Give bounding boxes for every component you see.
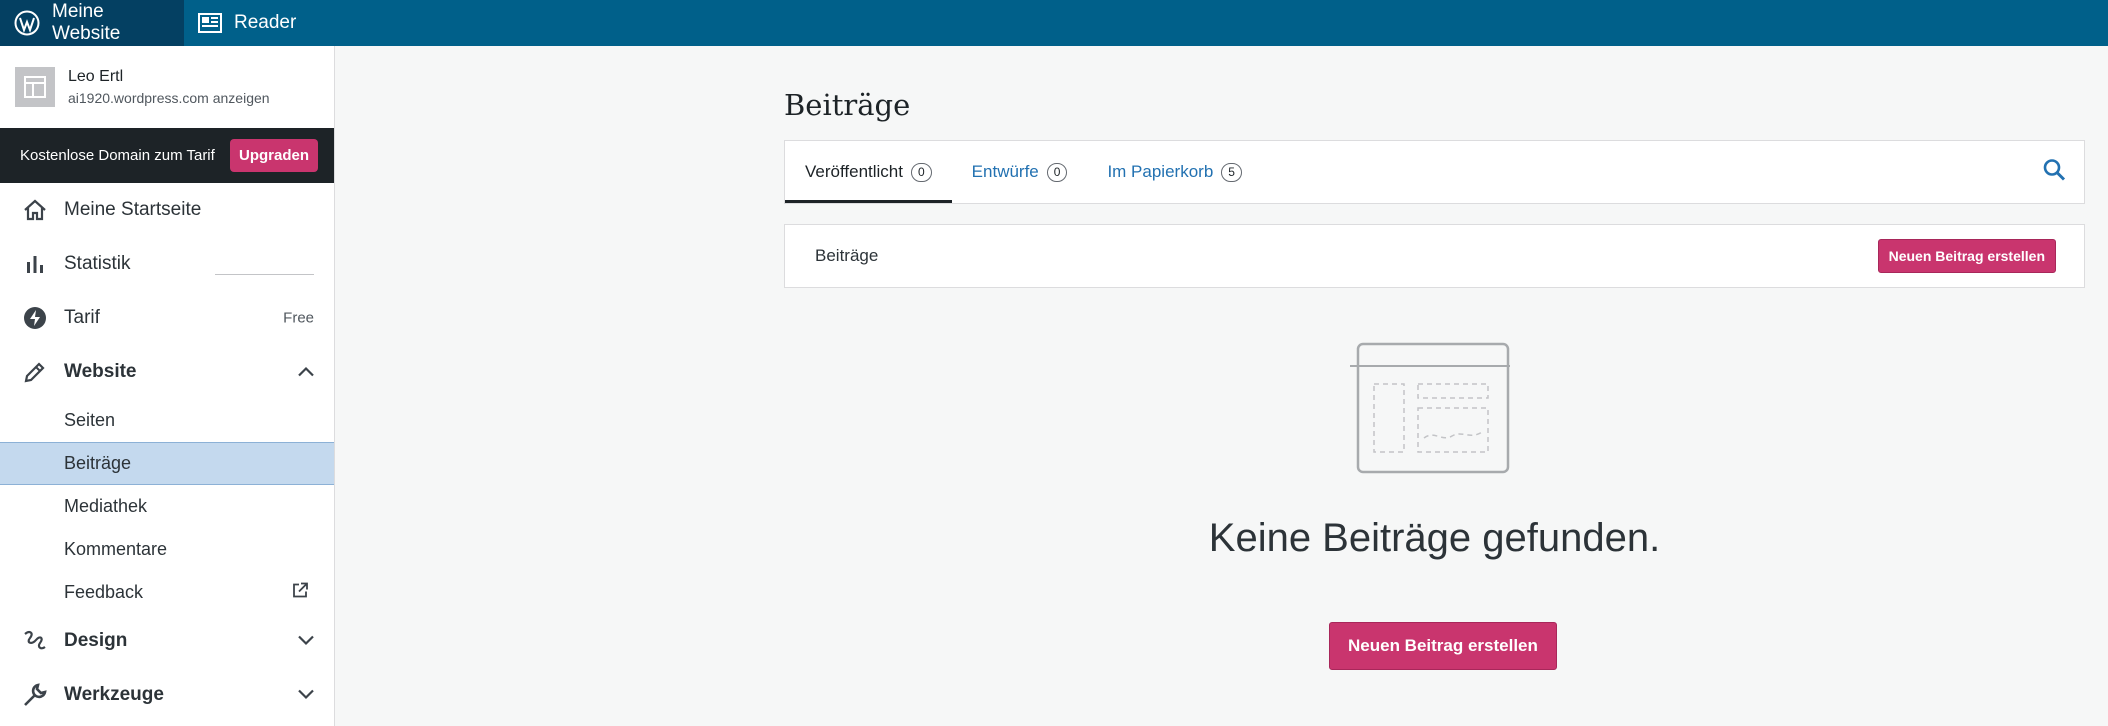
my-site-label: Meine Website bbox=[52, 1, 121, 44]
chevron-down-icon[interactable] bbox=[298, 633, 314, 650]
sidebar-item-label: Design bbox=[64, 630, 128, 651]
sidebar-item-label: Meine Startseite bbox=[64, 199, 202, 220]
tab-count: 0 bbox=[1046, 162, 1068, 182]
bar-chart-icon bbox=[22, 251, 48, 277]
sidebar-item-tools[interactable]: Werkzeuge bbox=[0, 668, 334, 722]
site-name: Leo Ertl bbox=[68, 68, 124, 85]
chevron-down-icon[interactable] bbox=[298, 687, 314, 704]
sidebar-item-label: Statistik bbox=[64, 253, 131, 274]
sidebar-item-stats[interactable]: Statistik bbox=[0, 237, 334, 291]
tab-label: Veröffentlicht bbox=[805, 162, 903, 181]
domain-promo: Kostenlose Domain zum Tarif Upgraden bbox=[0, 128, 334, 183]
home-icon bbox=[22, 197, 48, 223]
sidebar-subitem-feedback[interactable]: Feedback bbox=[0, 571, 334, 614]
sidebar-item-label: Website bbox=[64, 361, 137, 382]
sidebar-item-website[interactable]: Website bbox=[0, 345, 334, 399]
sidebar-subitem-posts[interactable]: Beiträge bbox=[0, 442, 334, 485]
brush-icon bbox=[22, 628, 48, 654]
page-title: Beiträge bbox=[784, 88, 911, 122]
sidebar-item-home[interactable]: Meine Startseite bbox=[0, 183, 334, 237]
reader-icon bbox=[198, 12, 222, 34]
tab-trash[interactable]: Im Papierkorb 5 bbox=[1087, 141, 1262, 203]
promo-text: Kostenlose Domain zum Tarif bbox=[20, 147, 215, 164]
empty-state-illustration-icon bbox=[1350, 342, 1510, 479]
sidebar-subitem-label: Beiträge bbox=[64, 453, 132, 473]
sidebar: Leo Ertl ai1920.wordpress.com anzeigen K… bbox=[0, 46, 335, 726]
tab-drafts[interactable]: Entwürfe 0 bbox=[952, 141, 1088, 203]
sidebar-subitem-label: Mediathek bbox=[64, 496, 148, 516]
section-label: Beiträge bbox=[815, 246, 879, 265]
plan-icon bbox=[22, 305, 48, 331]
reader-label: Reader bbox=[234, 12, 297, 33]
empty-state-message: Keine Beiträge gefunden. bbox=[1208, 516, 1661, 560]
sidebar-subitem-comments[interactable]: Kommentare bbox=[0, 528, 334, 571]
wrench-icon bbox=[22, 682, 48, 708]
sidebar-subitem-label: Feedback bbox=[64, 582, 144, 602]
search-icon[interactable] bbox=[2042, 158, 2066, 187]
tab-label: Entwürfe bbox=[971, 162, 1039, 181]
chevron-up-icon[interactable] bbox=[298, 364, 314, 381]
stats-sparkline bbox=[215, 274, 314, 275]
tab-count: 0 bbox=[910, 162, 932, 182]
sidebar-subitem-label: Seiten bbox=[64, 410, 116, 430]
main-content: Beiträge Veröffentlicht 0 Entwürfe 0 Im … bbox=[335, 46, 2108, 726]
sidebar-item-plan[interactable]: Tarif Free bbox=[0, 291, 334, 345]
new-post-button[interactable]: Neuen Beitrag erstellen bbox=[1877, 239, 2056, 273]
post-status-tabs: Veröffentlicht 0 Entwürfe 0 Im Papierkor… bbox=[784, 140, 2085, 204]
tab-count: 5 bbox=[1221, 162, 1242, 182]
posts-section-header: Beiträge Neuen Beitrag erstellen bbox=[784, 224, 2085, 288]
plan-badge: Free bbox=[283, 309, 314, 327]
my-site-button[interactable]: Meine Website bbox=[0, 0, 184, 46]
site-icon bbox=[15, 67, 55, 107]
tab-label: Im Papierkorb bbox=[1107, 162, 1214, 181]
sidebar-item-label: Werkzeuge bbox=[64, 684, 164, 705]
tab-published[interactable]: Veröffentlicht 0 bbox=[785, 141, 952, 203]
top-bar: Meine Website Reader bbox=[0, 0, 2108, 46]
upgrade-button[interactable]: Upgraden bbox=[229, 139, 318, 172]
sidebar-subitem-media[interactable]: Mediathek bbox=[0, 485, 334, 528]
site-url-link[interactable]: ai1920.wordpress.com anzeigen bbox=[68, 90, 270, 106]
sidebar-item-label: Tarif bbox=[64, 307, 100, 328]
wordpress-logo-icon bbox=[14, 10, 40, 36]
site-card[interactable]: Leo Ertl ai1920.wordpress.com anzeigen bbox=[0, 46, 334, 128]
sidebar-item-design[interactable]: Design bbox=[0, 614, 334, 668]
pencil-icon bbox=[22, 359, 48, 385]
reader-button[interactable]: Reader bbox=[184, 0, 320, 46]
sidebar-subitem-pages[interactable]: Seiten bbox=[0, 399, 334, 442]
external-link-icon bbox=[292, 582, 308, 603]
sidebar-subitem-label: Kommentare bbox=[64, 539, 168, 559]
new-post-button-large[interactable]: Neuen Beitrag erstellen bbox=[1329, 622, 1557, 670]
